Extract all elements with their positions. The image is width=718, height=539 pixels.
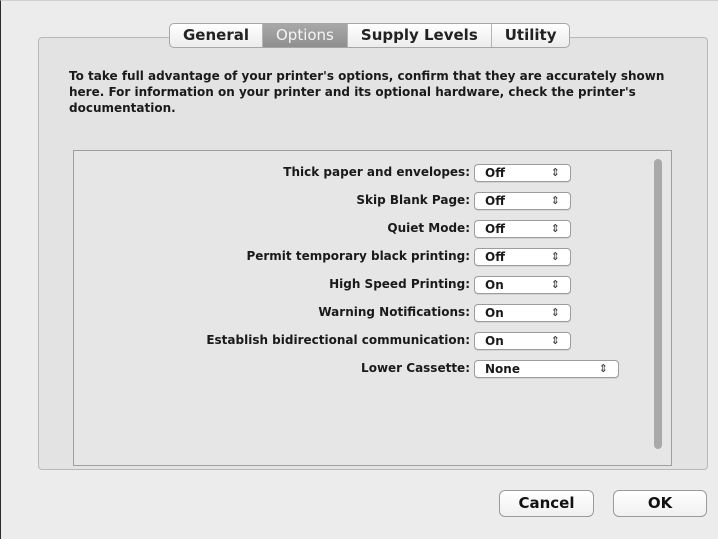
option-row-lower-cassette: Lower Cassette: None ⇕ (74, 359, 654, 379)
tab-utility[interactable]: Utility (492, 24, 570, 47)
options-group-box: To take full advantage of your printer's… (38, 37, 708, 470)
popup-value: Off (485, 166, 505, 180)
tab-supply-levels[interactable]: Supply Levels (348, 24, 492, 47)
popup-value: On (485, 278, 504, 292)
options-list: Thick paper and envelopes: Off ⇕ Skip Bl… (73, 150, 672, 466)
option-label: Lower Cassette: (361, 361, 470, 375)
printer-options-dialog: General Options Supply Levels Utility To… (0, 0, 718, 539)
option-row-quiet-mode: Quiet Mode: Off ⇕ (74, 219, 654, 239)
up-down-chevron-icon: ⇕ (598, 362, 608, 375)
popup-value: Off (485, 222, 505, 236)
popup-value: Off (485, 194, 505, 208)
up-down-chevron-icon: ⇕ (550, 334, 560, 347)
intro-text: To take full advantage of your printer's… (69, 69, 665, 115)
option-row-thick-paper: Thick paper and envelopes: Off ⇕ (74, 163, 654, 183)
option-label: Warning Notifications: (318, 305, 470, 319)
ok-button[interactable]: OK (613, 490, 707, 517)
bidirectional-communication-popup[interactable]: On ⇕ (474, 332, 571, 350)
option-label: Thick paper and envelopes: (283, 165, 470, 179)
option-label: Quiet Mode: (387, 221, 470, 235)
high-speed-printing-popup[interactable]: On ⇕ (474, 276, 571, 294)
quiet-mode-popup[interactable]: Off ⇕ (474, 220, 571, 238)
popup-value: Off (485, 250, 505, 264)
lower-cassette-popup[interactable]: None ⇕ (474, 360, 619, 378)
option-label: Skip Blank Page: (356, 193, 470, 207)
cancel-button[interactable]: Cancel (499, 490, 594, 517)
up-down-chevron-icon: ⇕ (550, 166, 560, 179)
option-row-warning-notifications: Warning Notifications: On ⇕ (74, 303, 654, 323)
popup-value: On (485, 306, 504, 320)
option-label: High Speed Printing: (329, 277, 470, 291)
popup-value: On (485, 334, 504, 348)
option-row-permit-black-printing: Permit temporary black printing: Off ⇕ (74, 247, 654, 267)
popup-value: None (485, 362, 520, 376)
option-label: Establish bidirectional communication: (206, 333, 470, 347)
warning-notifications-popup[interactable]: On ⇕ (474, 304, 571, 322)
scrollbar[interactable] (654, 159, 662, 449)
skip-blank-page-popup[interactable]: Off ⇕ (474, 192, 571, 210)
up-down-chevron-icon: ⇕ (550, 222, 560, 235)
option-row-skip-blank-page: Skip Blank Page: Off ⇕ (74, 191, 654, 211)
permit-black-printing-popup[interactable]: Off ⇕ (474, 248, 571, 266)
option-row-bidirectional-communication: Establish bidirectional communication: O… (74, 331, 654, 351)
tab-options[interactable]: Options (263, 24, 348, 47)
tab-bar: General Options Supply Levels Utility (169, 23, 571, 48)
up-down-chevron-icon: ⇕ (550, 194, 560, 207)
option-label: Permit temporary black printing: (246, 249, 470, 263)
up-down-chevron-icon: ⇕ (550, 250, 560, 263)
tab-general[interactable]: General (170, 24, 263, 47)
up-down-chevron-icon: ⇕ (550, 306, 560, 319)
thick-paper-popup[interactable]: Off ⇕ (474, 164, 571, 182)
option-row-high-speed-printing: High Speed Printing: On ⇕ (74, 275, 654, 295)
up-down-chevron-icon: ⇕ (550, 278, 560, 291)
